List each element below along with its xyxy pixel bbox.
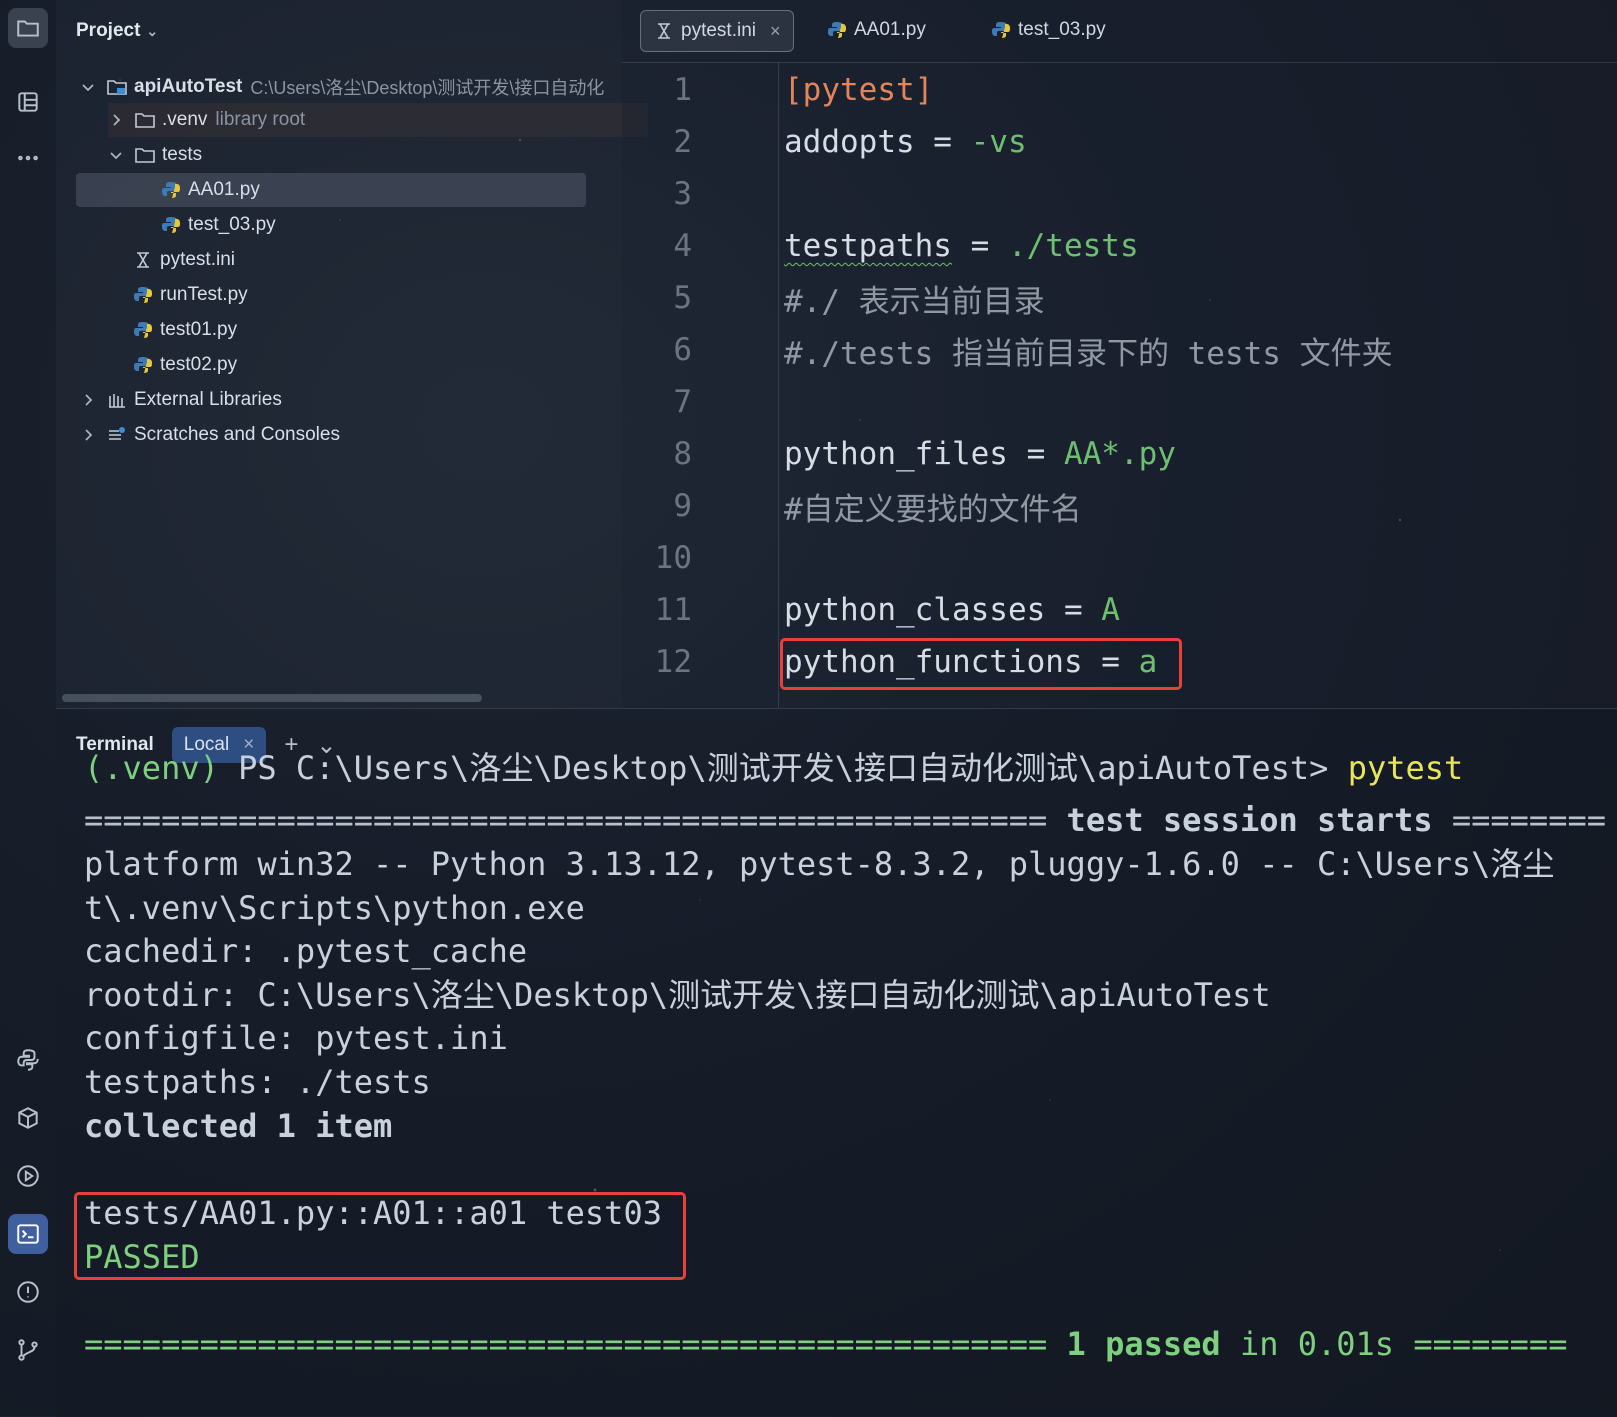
terminal-prompt[interactable]: (.venv) PS C:\Users\洛尘\Desktop\测试开发\接口自动… [84, 746, 1463, 790]
python-file-icon [160, 215, 182, 235]
module-folder-icon [106, 77, 128, 97]
chevron-right-icon [80, 427, 96, 443]
terminal-icon[interactable] [8, 1214, 48, 1254]
code-line-10[interactable]: 10 [622, 532, 1617, 584]
tree-file-test01[interactable]: test01.py [132, 313, 237, 347]
chevron-down-icon [80, 79, 96, 95]
tree-scratches[interactable]: Scratches and Consoles [80, 418, 340, 452]
folder-icon [134, 110, 156, 130]
library-icon [106, 390, 128, 410]
rootdir-line: rootdir: C:\Users\洛尘\Desktop\测试开发\接口自动化测… [84, 976, 1271, 1014]
tree-file-test02[interactable]: test02.py [132, 348, 237, 382]
tab-test_03[interactable]: test_03.py [978, 10, 1118, 50]
highlight-box-functions [780, 638, 1182, 690]
cachedir-line: cachedir: .pytest_cache [84, 932, 528, 970]
platform-line: platform win32 -- Python 3.13.12, pytest… [84, 845, 1555, 883]
more-icon[interactable] [8, 138, 48, 178]
python-file-icon [990, 20, 1012, 40]
code-line-9[interactable]: 9 #自定义要找的文件名 [622, 480, 1617, 532]
chevron-down-icon [108, 147, 124, 163]
run-icon[interactable] [8, 1156, 48, 1196]
tree-external-libraries[interactable]: External Libraries [80, 383, 282, 417]
python-file-icon [160, 180, 182, 200]
horizontal-scrollbar[interactable] [62, 694, 482, 702]
tree-file-pytest-ini[interactable]: pytest.ini [132, 243, 235, 277]
ini-file-icon [132, 250, 154, 270]
git-icon[interactable] [8, 1330, 48, 1370]
editor-panel: pytest.ini × AA01.py test_03.py 1 [pytes… [622, 0, 1617, 708]
problems-icon[interactable] [8, 1272, 48, 1312]
code-line-2[interactable]: 2 addopts = -vs [622, 116, 1617, 168]
project-title[interactable]: Project ⌄ [76, 20, 158, 42]
tree-file-runTest[interactable]: runTest.py [132, 278, 248, 312]
code-line-11[interactable]: 11 python_classes = A [622, 584, 1617, 636]
code-line-8[interactable]: 8 python_files = AA*.py [622, 428, 1617, 480]
code-line-4[interactable]: 4 testpaths = ./tests [622, 220, 1617, 272]
python-file-icon [826, 20, 848, 40]
code-line-6[interactable]: 6 #./tests 指当前目录下的 tests 文件夹 [622, 324, 1617, 376]
tree-tests-folder[interactable]: tests [108, 138, 202, 172]
testpaths-line: testpaths: ./tests [84, 1063, 431, 1101]
close-icon[interactable]: × [770, 21, 781, 42]
structure-icon[interactable] [8, 82, 48, 122]
chevron-right-icon [108, 112, 124, 128]
tab-pytest-ini[interactable]: pytest.ini × [640, 10, 794, 52]
collected-line: collected 1 item [84, 1107, 393, 1145]
project-panel: Project ⌄ apiAutoTest C:\Users\洛尘\Deskto… [56, 0, 648, 708]
tree-venv[interactable]: .venv library root [108, 103, 648, 137]
python-file-icon [132, 285, 154, 305]
tab-AA01[interactable]: AA01.py [814, 10, 938, 50]
chevron-down-icon: ⌄ [146, 22, 159, 39]
code-line-1[interactable]: 1 [pytest] [622, 64, 1617, 116]
folder-icon [134, 145, 156, 165]
ini-file-icon [653, 21, 675, 41]
scratches-icon [106, 425, 128, 445]
python-file-icon [132, 320, 154, 340]
tree-file-test_03[interactable]: test_03.py [160, 208, 276, 242]
python-file-icon [132, 355, 154, 375]
tree-root-apiAutoTest[interactable]: apiAutoTest C:\Users\洛尘\Desktop\测试开发\接口自… [80, 70, 604, 104]
code-line-7[interactable]: 7 [622, 376, 1617, 428]
python-packages-icon[interactable] [8, 1098, 48, 1138]
session-start-line: ========================================… [84, 801, 1606, 839]
terminal-panel: Terminal Local × + ⌄ (.venv) PS C:\Users… [56, 708, 1617, 1417]
tree-file-AA01[interactable]: AA01.py [76, 173, 586, 207]
editor-tabs: pytest.ini × AA01.py test_03.py [622, 0, 1617, 63]
code-line-3[interactable]: 3 [622, 168, 1617, 220]
summary-line: ========================================… [84, 1325, 1568, 1363]
chevron-right-icon [80, 392, 96, 408]
configfile-line: configfile: pytest.ini [84, 1019, 508, 1057]
platform-line-cont: t\.venv\Scripts\python.exe [84, 889, 585, 927]
python-console-icon[interactable] [8, 1040, 48, 1080]
left-toolbar [0, 0, 56, 1416]
code-line-5[interactable]: 5 #./ 表示当前目录 [622, 272, 1617, 324]
folder-icon[interactable] [8, 8, 48, 48]
highlight-box-result [74, 1192, 686, 1280]
